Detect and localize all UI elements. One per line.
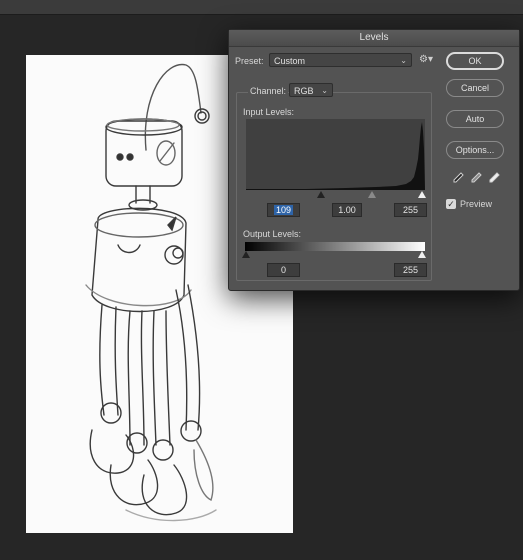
channel-select[interactable]: RGB ⌄ bbox=[289, 83, 333, 97]
auto-button[interactable]: Auto bbox=[446, 110, 504, 128]
histogram bbox=[246, 119, 425, 190]
chevron-down-icon: ⌄ bbox=[400, 56, 407, 65]
output-black-field[interactable]: 0 bbox=[267, 263, 300, 277]
histogram-graph bbox=[246, 122, 425, 190]
gray-eyedropper-icon[interactable] bbox=[469, 171, 483, 185]
gear-icon[interactable]: ⚙▾ bbox=[419, 54, 433, 65]
input-white-field[interactable]: 255 bbox=[394, 203, 427, 217]
input-gamma-field[interactable]: 1.00 bbox=[332, 203, 362, 217]
app-toolbar bbox=[0, 0, 523, 15]
cancel-button[interactable]: Cancel bbox=[446, 79, 504, 97]
output-white-field[interactable]: 255 bbox=[394, 263, 427, 277]
chevron-down-icon: ⌄ bbox=[321, 86, 328, 95]
black-eyedropper-icon[interactable] bbox=[451, 171, 465, 185]
preset-label: Preset: bbox=[235, 56, 264, 66]
ok-button[interactable]: OK bbox=[446, 52, 504, 70]
preview-checkbox[interactable]: ✓ bbox=[446, 199, 456, 209]
output-levels-label: Output Levels: bbox=[243, 229, 302, 239]
input-gamma-slider[interactable] bbox=[368, 191, 376, 198]
white-eyedropper-icon[interactable] bbox=[487, 171, 501, 185]
channel-value: RGB bbox=[294, 86, 314, 96]
input-black-slider[interactable] bbox=[317, 191, 325, 198]
output-white-slider[interactable] bbox=[418, 251, 426, 258]
dialog-title: Levels bbox=[229, 30, 519, 47]
preview-label: Preview bbox=[460, 199, 493, 209]
options-button[interactable]: Options... bbox=[446, 141, 504, 159]
input-black-value: 109 bbox=[273, 205, 294, 215]
output-gradient bbox=[245, 242, 425, 251]
input-white-slider[interactable] bbox=[418, 191, 426, 198]
preset-value: Custom bbox=[274, 56, 306, 66]
input-black-field[interactable]: 109 bbox=[267, 203, 300, 217]
input-levels-label: Input Levels: bbox=[243, 107, 295, 117]
preset-select[interactable]: Custom ⌄ bbox=[269, 53, 412, 67]
channel-label: Channel: bbox=[248, 86, 289, 96]
output-black-slider[interactable] bbox=[242, 251, 250, 258]
